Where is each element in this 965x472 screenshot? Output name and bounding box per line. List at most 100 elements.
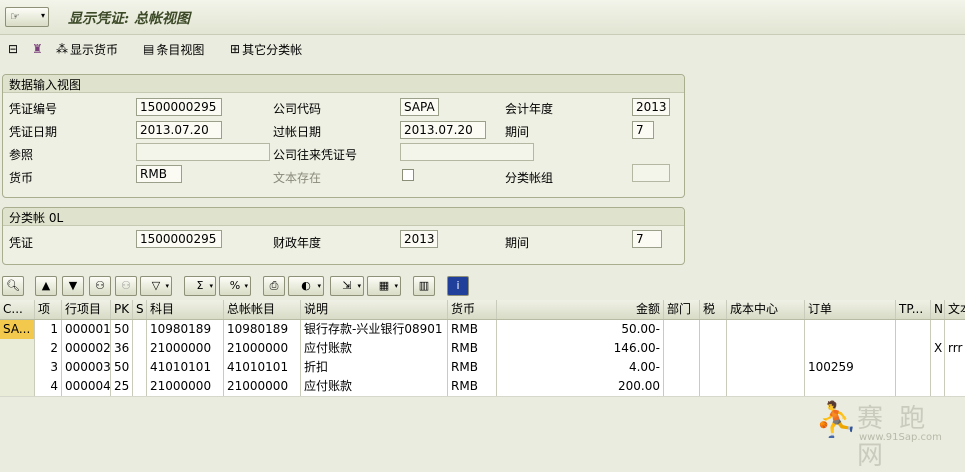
- ledger-doc-field[interactable]: 1500000295: [136, 230, 222, 248]
- sort-desc-button[interactable]: ▼: [62, 276, 84, 296]
- cell-tax[interactable]: [700, 320, 727, 339]
- cell-dept[interactable]: [664, 339, 700, 358]
- table-row[interactable]: 4 000004 25 21000000 21000000 应付账款 RMB 200.00: [0, 377, 965, 397]
- posting-date-field[interactable]: 2013.07.20: [400, 121, 486, 139]
- cell-c[interactable]: SA...: [0, 320, 35, 339]
- cell-line[interactable]: 000004: [62, 377, 111, 396]
- cell-dept[interactable]: [664, 320, 700, 339]
- info-button[interactable]: i: [447, 276, 469, 296]
- cell-tax[interactable]: [700, 377, 727, 396]
- cell-n[interactable]: [931, 320, 945, 339]
- col-header-pk[interactable]: PK: [111, 300, 133, 319]
- cell-pk[interactable]: 50: [111, 320, 133, 339]
- cell-c[interactable]: [0, 377, 35, 396]
- find-next-button[interactable]: ⚇: [115, 276, 137, 296]
- col-header-s[interactable]: S: [133, 300, 147, 319]
- cell-s[interactable]: [133, 320, 147, 339]
- cell-item[interactable]: 4: [35, 377, 62, 396]
- filter-button[interactable]: ▽ ▾: [140, 276, 172, 296]
- cell-cur[interactable]: RMB: [448, 358, 497, 377]
- details-button[interactable]: 🔍︎: [2, 276, 24, 296]
- cell-cc[interactable]: [727, 358, 805, 377]
- sort-asc-button[interactable]: ▲: [35, 276, 57, 296]
- doc-no-field[interactable]: 1500000295: [136, 98, 222, 116]
- col-header-order[interactable]: 订单: [805, 300, 896, 319]
- cell-pk[interactable]: 50: [111, 358, 133, 377]
- col-header-dept[interactable]: 部门: [664, 300, 700, 319]
- cell-text[interactable]: rrr: [945, 339, 965, 358]
- cell-tax[interactable]: [700, 358, 727, 377]
- col-header-amount[interactable]: 金额: [497, 300, 664, 319]
- cell-account[interactable]: 41010101: [147, 358, 224, 377]
- cell-n[interactable]: X: [931, 339, 945, 358]
- cell-amount[interactable]: 200.00: [497, 377, 664, 396]
- layout-button[interactable]: ▦ ▾: [367, 276, 401, 296]
- cell-n[interactable]: [931, 358, 945, 377]
- cell-text[interactable]: [945, 320, 965, 339]
- document-overview-button[interactable]: ⊟: [8, 41, 20, 57]
- cell-line[interactable]: 000001: [62, 320, 111, 339]
- cell-account[interactable]: 21000000: [147, 339, 224, 358]
- cell-amount[interactable]: 50.00-: [497, 320, 664, 339]
- table-row[interactable]: 2 000002 36 21000000 21000000 应付账款 RMB 146.00- X…: [0, 339, 965, 359]
- cell-tp[interactable]: [896, 339, 931, 358]
- ledger-fiscal-year-field[interactable]: 2013: [400, 230, 438, 248]
- export-button[interactable]: ⇲ ▾: [330, 276, 364, 296]
- col-header-text[interactable]: 文本: [945, 300, 965, 319]
- cell-s[interactable]: [133, 358, 147, 377]
- ledger-period-field[interactable]: 7: [632, 230, 662, 248]
- cell-n[interactable]: [931, 377, 945, 396]
- col-header-gl[interactable]: 总帐帐目: [224, 300, 301, 319]
- col-header-tax[interactable]: 税: [700, 300, 727, 319]
- cell-cc[interactable]: [727, 339, 805, 358]
- cell-desc[interactable]: 折扣: [301, 358, 448, 377]
- cell-amount[interactable]: 146.00-: [497, 339, 664, 358]
- cell-pk[interactable]: 25: [111, 377, 133, 396]
- cell-cur[interactable]: RMB: [448, 320, 497, 339]
- cell-c[interactable]: [0, 339, 35, 358]
- period-field[interactable]: 7: [632, 121, 654, 139]
- cell-cur[interactable]: RMB: [448, 339, 497, 358]
- cell-gl[interactable]: 10980189: [224, 320, 301, 339]
- cell-gl[interactable]: 21000000: [224, 377, 301, 396]
- currency-field[interactable]: RMB: [136, 165, 182, 183]
- graphic-button[interactable]: ▥: [413, 276, 435, 296]
- other-ledger-button[interactable]: ⊞ 其它分类帐: [230, 41, 302, 57]
- col-header-line[interactable]: 行项目: [62, 300, 111, 319]
- display-currency-button[interactable]: ⁂ 显示货币: [56, 41, 118, 57]
- col-header-account[interactable]: 科目: [147, 300, 224, 319]
- cell-desc[interactable]: 应付账款: [301, 339, 448, 358]
- table-row[interactable]: SA... 1 000001 50 10980189 10980189 银行存款-兴业银行0…: [0, 320, 965, 340]
- find-button[interactable]: ⚇: [89, 276, 111, 296]
- hat-button[interactable]: ♜: [32, 41, 45, 57]
- cell-dept[interactable]: [664, 377, 700, 396]
- subtotal-button[interactable]: % ▾: [219, 276, 251, 296]
- cell-tp[interactable]: [896, 320, 931, 339]
- col-header-desc[interactable]: 说明: [301, 300, 448, 319]
- cell-cc[interactable]: [727, 377, 805, 396]
- cell-account[interactable]: 10980189: [147, 320, 224, 339]
- cell-dept[interactable]: [664, 358, 700, 377]
- cell-s[interactable]: [133, 377, 147, 396]
- cell-s[interactable]: [133, 339, 147, 358]
- entry-view-button[interactable]: ▤ 条目视图: [143, 41, 204, 57]
- doc-date-field[interactable]: 2013.07.20: [136, 121, 222, 139]
- cell-item[interactable]: 3: [35, 358, 62, 377]
- views-button[interactable]: ◐ ▾: [288, 276, 324, 296]
- cell-order[interactable]: [805, 320, 896, 339]
- intercompany-field[interactable]: [400, 143, 534, 161]
- cell-order[interactable]: [805, 377, 896, 396]
- cell-cc[interactable]: [727, 320, 805, 339]
- cell-item[interactable]: 1: [35, 320, 62, 339]
- cell-tax[interactable]: [700, 339, 727, 358]
- table-row[interactable]: 3 000003 50 41010101 41010101 折扣 RMB 4.00- 10025…: [0, 358, 965, 378]
- system-menu-button[interactable]: ☞ ▾: [5, 7, 49, 27]
- cell-gl[interactable]: 21000000: [224, 339, 301, 358]
- cell-desc[interactable]: 应付账款: [301, 377, 448, 396]
- cell-text[interactable]: [945, 377, 965, 396]
- print-button[interactable]: ⎙: [263, 276, 285, 296]
- cell-line[interactable]: 000002: [62, 339, 111, 358]
- col-header-c[interactable]: C...: [0, 300, 35, 319]
- cell-order[interactable]: 100259: [805, 358, 896, 377]
- cell-desc[interactable]: 银行存款-兴业银行08901: [301, 320, 448, 339]
